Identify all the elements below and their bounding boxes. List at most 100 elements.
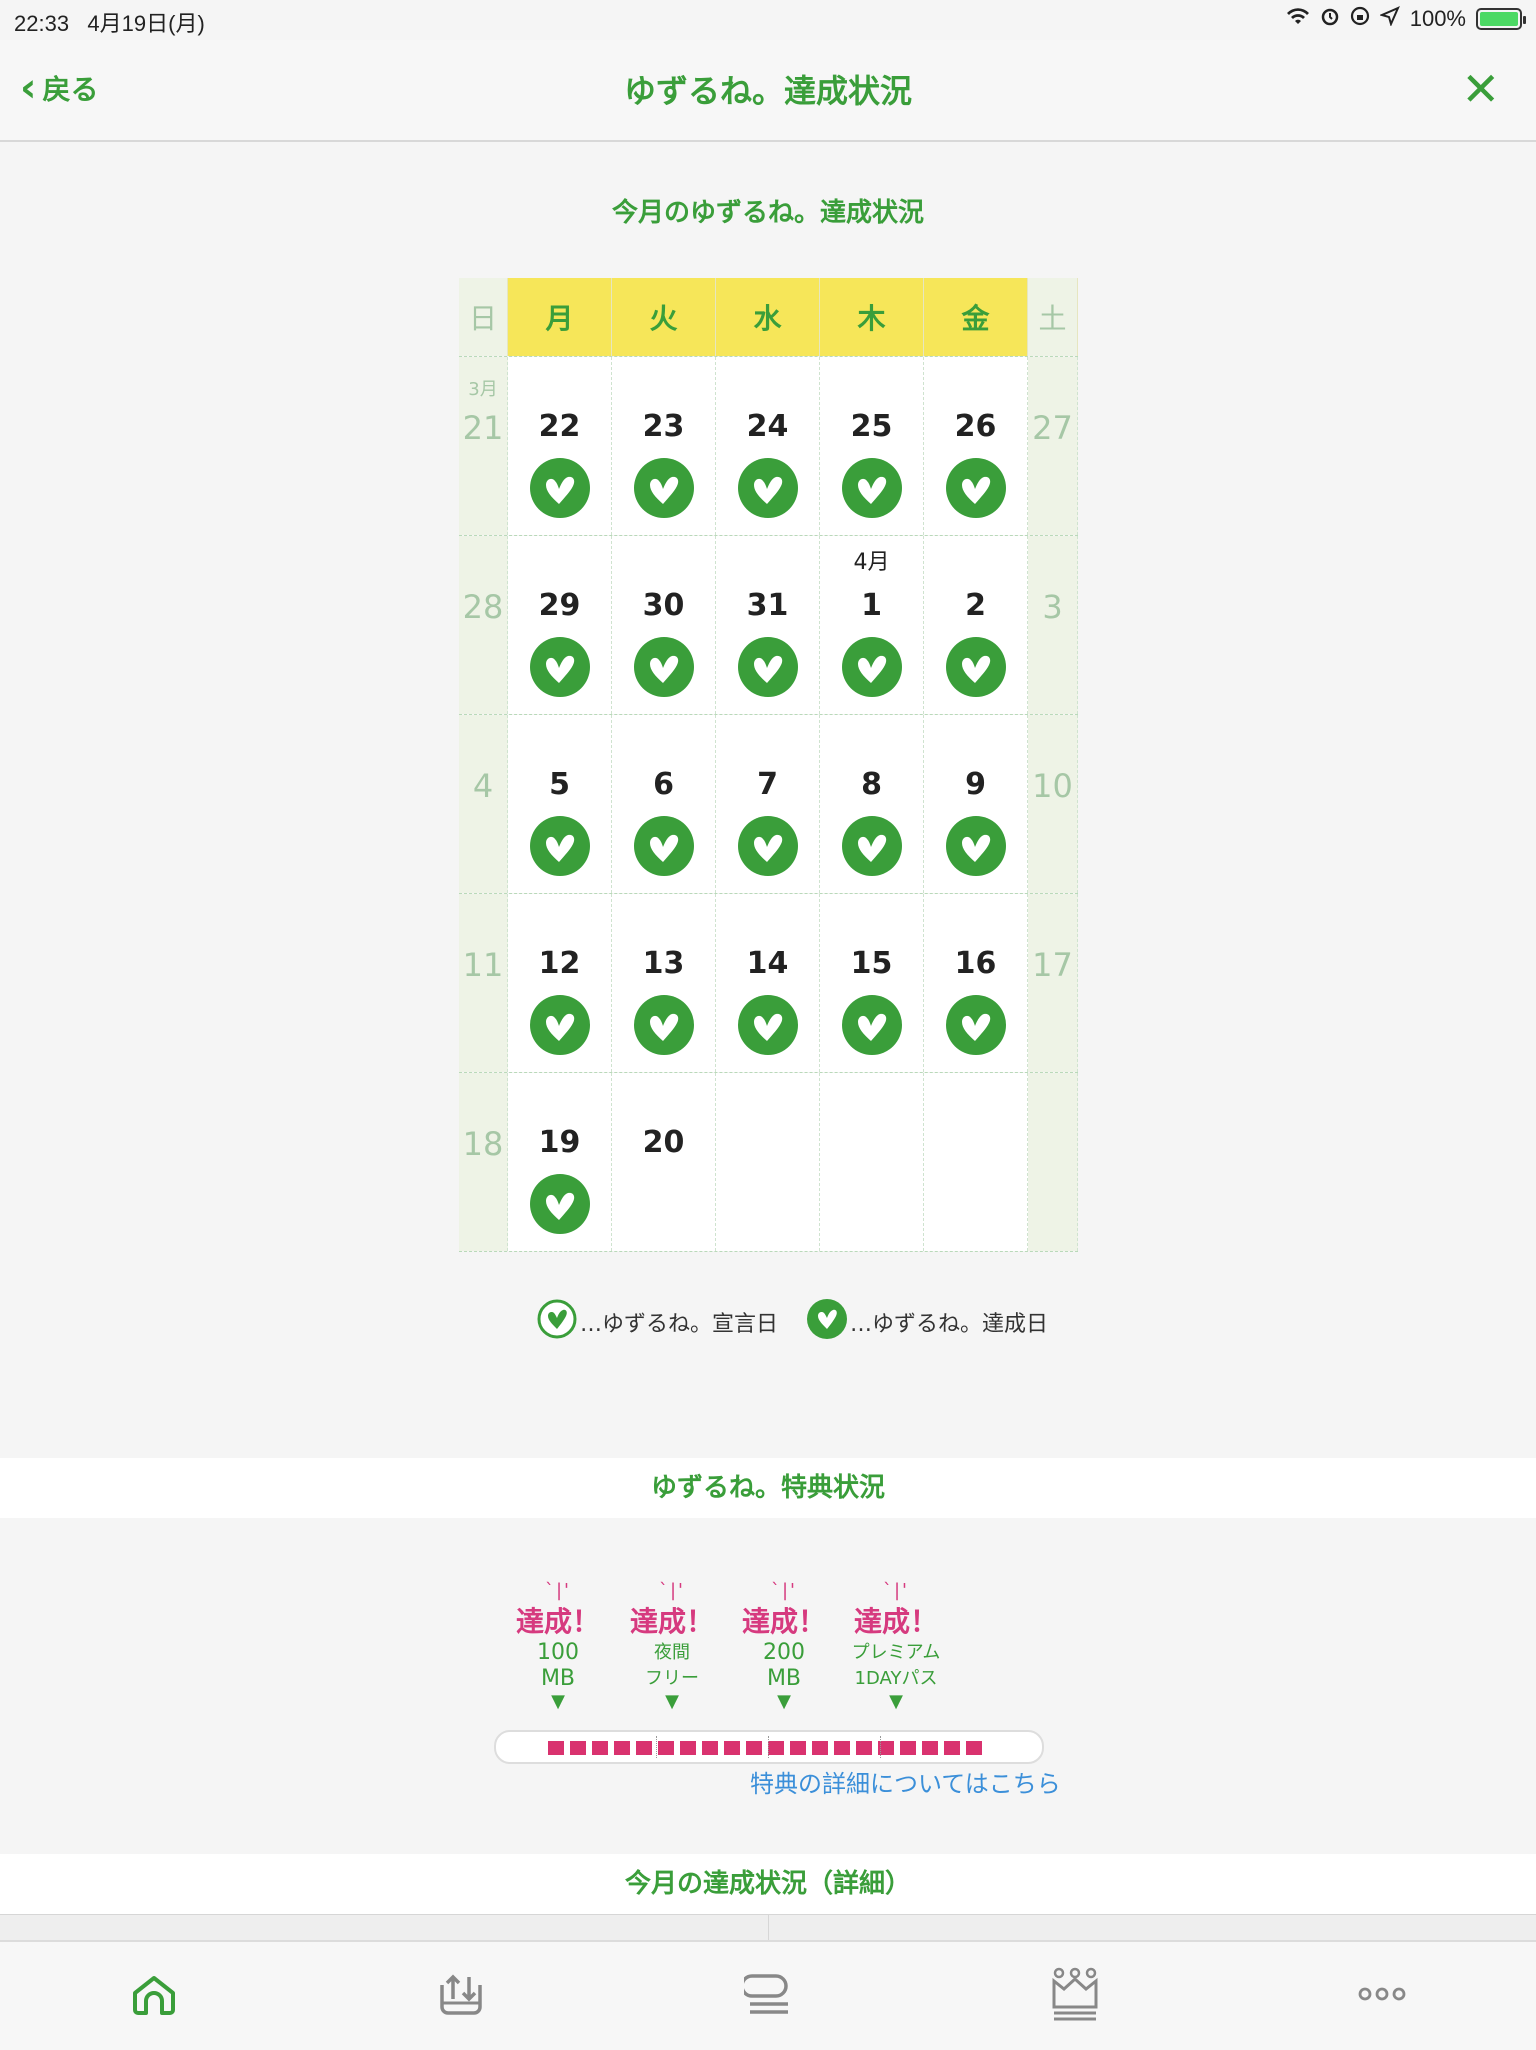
tab-bar (0, 1940, 1536, 2050)
perk-status: 達成！ (853, 1605, 938, 1638)
progress-fill (548, 1741, 982, 1755)
day-number: 7 (757, 767, 778, 802)
achieved-day-icon (945, 815, 1007, 877)
calendar-day-cell: 11 (459, 894, 508, 1072)
perk-progress-bar (494, 1730, 1044, 1764)
status-time-date: 22:33 4月19日(月) (14, 11, 205, 36)
status-bar: 22:33 4月19日(月) 100% (0, 0, 1536, 40)
perk-label-line2: MB (766, 1666, 802, 1691)
navigation-bar: ‹ 戻る ゆずるね。達成状況 ✕ (0, 40, 1536, 142)
achieved-day-icon (945, 636, 1007, 698)
alarm-icon (1320, 6, 1340, 32)
triangle-down-icon: ▼ (889, 1691, 903, 1712)
calendar-day-cell: 25 (820, 357, 924, 535)
achieved-day-icon (529, 457, 591, 519)
calendar-day-cell: 31 (716, 536, 820, 714)
calendar-day-cell: 7 (716, 715, 820, 893)
calendar-day-cell: 3 (1028, 536, 1078, 714)
legend-achieved: …ゆずるね。達成日 (806, 1298, 1048, 1346)
day-number: 28 (462, 588, 504, 626)
month-label: 3月 (468, 379, 498, 400)
perk-night-free: `|' 達成！ 夜間 フリー ▼ (612, 1580, 732, 1712)
day-number: 9 (965, 767, 986, 802)
day-number: 24 (746, 409, 789, 444)
achieved-day-icon (806, 1298, 850, 1346)
achieved-day-icon (529, 1173, 591, 1235)
calendar-day-cell (924, 1073, 1028, 1251)
calendar-day-cell: 27 (1028, 357, 1078, 535)
achieved-day-icon (529, 815, 591, 877)
day-number: 29 (538, 588, 581, 623)
legend-declared-label: …ゆずるね。宣言日 (580, 1312, 779, 1337)
calendar-day-cell: 29 (508, 536, 612, 714)
achieved-day-icon (737, 815, 799, 877)
perk-section-header: ゆずるね。特典状況 (0, 1458, 1536, 1518)
day-number: 17 (1032, 946, 1073, 984)
perk-status: 達成！ (515, 1605, 600, 1638)
weekday-header-cell: 水 (716, 278, 820, 356)
calendar-week-row: 3月 21 22 23 24 25 26 27 (459, 356, 1078, 535)
calendar-day-cell: 6 (612, 715, 716, 893)
perk-label-line1: 夜間 (654, 1642, 690, 1663)
day-number: 1 (861, 588, 882, 623)
achieved-day-icon (841, 457, 903, 519)
close-button[interactable]: ✕ (1461, 62, 1500, 116)
perk-label-line2: MB (540, 1666, 576, 1691)
sparkle-icon: `|' (544, 1580, 571, 1601)
calendar-day-cell: 20 (612, 1073, 716, 1251)
weekday-header-cell: 土 (1028, 278, 1078, 356)
achievement-calendar: 日月火水木金土 3月 21 22 23 24 25 26 27 28 29 30 31 4月 1 2 3 4 5 6… (459, 278, 1078, 1252)
day-number: 23 (642, 409, 685, 444)
calendar-day-cell: 3月 21 (459, 357, 508, 535)
perk-200mb: `|' 達成！ 200 MB ▼ (724, 1580, 844, 1712)
perk-status: 達成！ (741, 1605, 826, 1638)
day-number: 8 (861, 767, 882, 802)
achieved-day-icon (529, 994, 591, 1056)
calendar-day-cell: 30 (612, 536, 716, 714)
calendar-day-cell: 17 (1028, 894, 1078, 1072)
calendar-weekday-header: 日月火水木金土 (459, 278, 1078, 356)
tab-home[interactable] (114, 1956, 194, 2036)
calendar-day-cell: 24 (716, 357, 820, 535)
calendar-day-cell: 14 (716, 894, 820, 1072)
day-number: 12 (538, 946, 581, 981)
calendar-day-cell (1028, 1073, 1078, 1251)
tab-more[interactable] (1342, 1956, 1422, 2036)
weekday-header-cell: 木 (820, 278, 924, 356)
day-number: 10 (1032, 767, 1073, 805)
day-number: 27 (1032, 409, 1073, 447)
achieved-day-icon (737, 457, 799, 519)
perk-details-link[interactable]: 特典の詳細についてはこちら (750, 1764, 1061, 1799)
calendar-week-row: 28 29 30 31 4月 1 2 3 (459, 535, 1078, 714)
detail-section-title: 今月の達成状況（詳細） (624, 1869, 911, 1899)
calendar-day-cell: 19 (508, 1073, 612, 1251)
calendar-day-cell: 4月 1 (820, 536, 924, 714)
day-number: 4 (472, 767, 494, 805)
calendar-day-cell: 12 (508, 894, 612, 1072)
calendar-day-cell: 13 (612, 894, 716, 1072)
calendar-day-cell: 9 (924, 715, 1028, 893)
triangle-down-icon: ▼ (665, 1691, 679, 1712)
achieved-day-icon (841, 815, 903, 877)
ranking-icon (1050, 1967, 1100, 2025)
calendar-legend: …ゆずるね。宣言日 …ゆずるね。達成日 (536, 1298, 1076, 1346)
day-number: 14 (746, 946, 789, 981)
status-icons: 100% (1286, 6, 1526, 32)
battery-icon (1476, 8, 1526, 30)
chat-list-icon (740, 1972, 792, 2020)
calendar-body: 3月 21 22 23 24 25 26 27 28 29 30 31 4月 1 2 3 4 5 6 7 8 9 10 11 1… (459, 356, 1078, 1252)
achieved-day-icon (945, 994, 1007, 1056)
tab-data-transfer[interactable] (421, 1956, 501, 2036)
calendar-day-cell: 18 (459, 1073, 508, 1251)
tab-chat[interactable] (728, 1956, 808, 2036)
triangle-down-icon: ▼ (551, 1691, 565, 1712)
day-number: 31 (746, 588, 789, 623)
orientation-lock-icon (1350, 6, 1370, 32)
day-number: 2 (965, 588, 986, 623)
calendar-day-cell: 16 (924, 894, 1028, 1072)
day-number: 3 (1042, 588, 1063, 626)
tab-ranking[interactable] (1035, 1956, 1115, 2036)
declared-day-icon (536, 1298, 580, 1346)
perk-100mb: `|' 達成！ 100 MB ▼ (498, 1580, 618, 1712)
day-number: 16 (954, 946, 997, 981)
